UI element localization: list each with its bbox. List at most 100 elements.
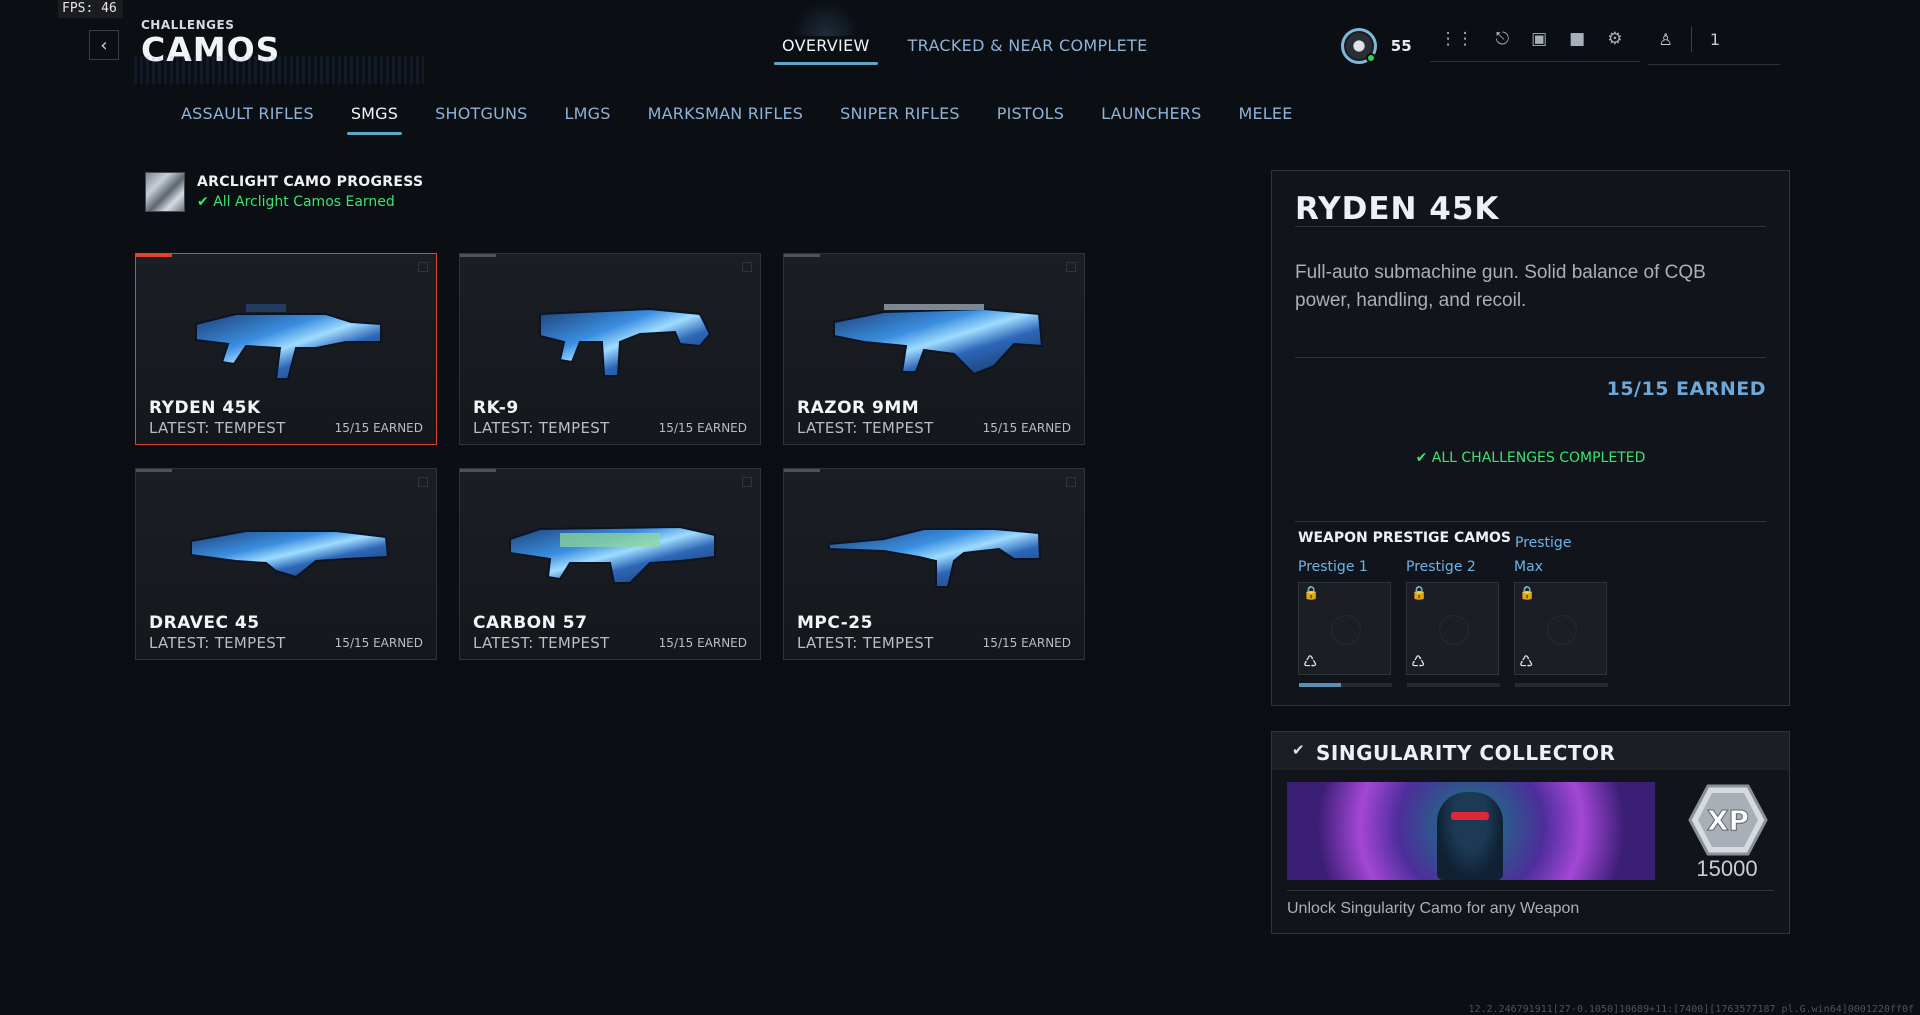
card-corner-mark xyxy=(418,477,428,487)
tab-sniper-rifles[interactable]: SNIPER RIFLES xyxy=(840,104,960,123)
lock-icon: 🔒 xyxy=(1303,586,1320,601)
card-corner-mark xyxy=(418,262,428,272)
weapon-image xyxy=(190,530,390,579)
art-visor xyxy=(1451,812,1489,820)
weapon-detail-panel: RYDEN 45K Full-auto submachine gun. Soli… xyxy=(1271,170,1790,706)
party-group: ♙ 1 xyxy=(1648,26,1780,65)
weapon-earned-count: 15/15 EARNED xyxy=(658,636,747,650)
tab-marksman-rifles[interactable]: MARKSMAN RIFLES xyxy=(648,104,804,123)
card-accent xyxy=(136,254,172,257)
art-figure xyxy=(1437,792,1503,880)
weapon-card-rk-9[interactable]: RK-9 LATEST: TEMPEST 15/15 EARNED xyxy=(459,253,761,445)
prestige-labels: Prestige 1 Prestige 2 Max xyxy=(1298,559,1622,575)
tab-melee[interactable]: MELEE xyxy=(1238,104,1292,123)
weapon-name: CARBON 57 xyxy=(473,613,588,633)
prestige-1-progress xyxy=(1299,683,1392,687)
weapon-card-mpc-25[interactable]: MPC-25 LATEST: TEMPEST 15/15 EARNED xyxy=(783,468,1085,660)
check-icon: ✔ xyxy=(1292,741,1305,759)
prestige-symbol-icon: ♺ xyxy=(1411,652,1426,671)
card-accent xyxy=(460,469,496,472)
tab-overview[interactable]: OVERVIEW xyxy=(774,0,878,65)
challenges-status: ✔ ALL CHALLENGES COMPLETED xyxy=(1415,450,1646,466)
singularity-camo-artwork xyxy=(1287,782,1655,880)
unlock-icon[interactable]: ⎋ xyxy=(1496,29,1509,49)
weapon-earned-count: 15/15 EARNED xyxy=(334,421,423,435)
weapon-latest-camo: LATEST: TEMPEST xyxy=(473,634,610,652)
tab-launchers[interactable]: LAUNCHERS xyxy=(1101,104,1201,123)
card-corner-mark xyxy=(742,477,752,487)
singularity-collector-panel[interactable]: ✔ SINGULARITY COLLECTOR XP 15000 Unlock … xyxy=(1271,731,1790,934)
detail-earned-count: 15/15 EARNED xyxy=(1606,378,1766,400)
card-accent xyxy=(784,469,820,472)
prestige-max-slot[interactable]: 🔒 ♺ xyxy=(1514,582,1608,687)
check-icon: ✔ xyxy=(197,194,214,210)
prestige-max-label-line2: Max xyxy=(1514,559,1543,575)
divider xyxy=(1295,226,1766,227)
prestige-symbol-icon: ♺ xyxy=(1303,652,1318,671)
tab-tracked-near-complete[interactable]: TRACKED & NEAR COMPLETE xyxy=(908,36,1148,55)
tab-assault-rifles[interactable]: ASSAULT RIFLES xyxy=(181,104,314,123)
prestige-section-title: WEAPON PRESTIGE CAMOS xyxy=(1298,530,1511,546)
weapon-latest-camo: LATEST: TEMPEST xyxy=(473,419,610,437)
divider xyxy=(1295,357,1766,358)
tab-smgs[interactable]: SMGS xyxy=(346,104,403,135)
hud-bar: 55 ⋮⋮ ⎋ ▣ ■ ⚙ ♙ 1 xyxy=(1340,26,1780,65)
divider xyxy=(1287,890,1774,891)
prestige-2-label: Prestige 2 xyxy=(1406,559,1476,575)
detail-weapon-name: RYDEN 45K xyxy=(1295,191,1500,227)
camo-placeholder xyxy=(1439,615,1469,645)
weapon-image xyxy=(833,304,1044,376)
card-accent xyxy=(460,254,496,257)
top-tabs: OVERVIEW TRACKED & NEAR COMPLETE xyxy=(774,0,1148,65)
grid-menu-icon[interactable]: ⋮⋮ xyxy=(1440,29,1474,49)
prestige-2-slot[interactable]: 🔒 ♺ xyxy=(1406,582,1500,687)
divider xyxy=(1295,521,1766,522)
camera-icon[interactable]: ▣ xyxy=(1531,29,1547,49)
weapon-earned-count: 15/15 EARNED xyxy=(658,421,747,435)
tab-lmgs[interactable]: LMGS xyxy=(565,104,611,123)
notification-bell-icon[interactable]: ■ xyxy=(1569,29,1585,49)
xp-reward-value: 15000 xyxy=(1696,856,1758,881)
weapon-card-razor-9mm[interactable]: RAZOR 9MM LATEST: TEMPEST 15/15 EARNED xyxy=(783,253,1085,445)
hud-icon-group: ⋮⋮ ⎋ ▣ ■ ⚙ xyxy=(1429,29,1641,62)
weapon-image xyxy=(195,304,382,380)
arclight-title: ARCLIGHT CAMO PROGRESS xyxy=(197,174,424,190)
weapon-name: RAZOR 9MM xyxy=(797,398,920,418)
tab-pistols[interactable]: PISTOLS xyxy=(997,104,1064,123)
svg-text:XP: XP xyxy=(1707,804,1749,837)
card-accent xyxy=(784,254,820,257)
prestige-camo-slots: 🔒 ♺ 🔒 ♺ 🔒 ♺ xyxy=(1298,582,1608,687)
lock-icon: 🔒 xyxy=(1519,586,1536,601)
arclight-status: ✔ All Arclight Camos Earned xyxy=(197,194,395,210)
prestige-max-progress xyxy=(1515,683,1608,687)
xp-badge-icon: XP xyxy=(1688,784,1768,856)
weapon-card-dravec-45[interactable]: DRAVEC 45 LATEST: TEMPEST 15/15 EARNED xyxy=(135,468,437,660)
fps-counter: FPS: 46 xyxy=(58,0,123,18)
collector-title: SINGULARITY COLLECTOR xyxy=(1316,741,1616,765)
back-arrow-icon: ‹ xyxy=(100,34,108,56)
prestige-symbol-icon: ♺ xyxy=(1519,652,1534,671)
weapon-name: MPC-25 xyxy=(797,613,873,633)
tab-shotguns[interactable]: SHOTGUNS xyxy=(435,104,527,123)
party-icon[interactable]: ♙ xyxy=(1658,30,1672,49)
detail-description: Full-auto submachine gun. Solid balance … xyxy=(1295,262,1706,311)
weapon-name: RYDEN 45K xyxy=(149,398,261,418)
weapon-card-ryden-45k[interactable]: RYDEN 45K LATEST: TEMPEST 15/15 EARNED xyxy=(135,253,437,445)
lock-icon: 🔒 xyxy=(1411,586,1428,601)
arclight-progress[interactable]: ARCLIGHT CAMO PROGRESS ✔ All Arclight Ca… xyxy=(145,172,423,212)
weapon-name: RK-9 xyxy=(473,398,519,418)
weapon-latest-camo: LATEST: TEMPEST xyxy=(149,634,286,652)
rank-badge-icon[interactable] xyxy=(1340,27,1377,64)
collector-header: ✔ SINGULARITY COLLECTOR xyxy=(1272,732,1789,770)
settings-gear-icon[interactable]: ⚙ xyxy=(1607,29,1622,49)
header-decoration xyxy=(134,56,424,84)
prestige-1-slot[interactable]: 🔒 ♺ xyxy=(1298,582,1392,687)
arclight-camo-thumbnail xyxy=(145,172,185,212)
online-status-dot xyxy=(1365,52,1376,63)
card-corner-mark xyxy=(742,262,752,272)
camo-placeholder xyxy=(1547,615,1577,645)
weapon-earned-count: 15/15 EARNED xyxy=(982,636,1071,650)
weapon-card-carbon-57[interactable]: CARBON 57 LATEST: TEMPEST 15/15 EARNED xyxy=(459,468,761,660)
prestige-1-label: Prestige 1 xyxy=(1298,559,1368,575)
back-button[interactable]: ‹ xyxy=(89,30,119,60)
